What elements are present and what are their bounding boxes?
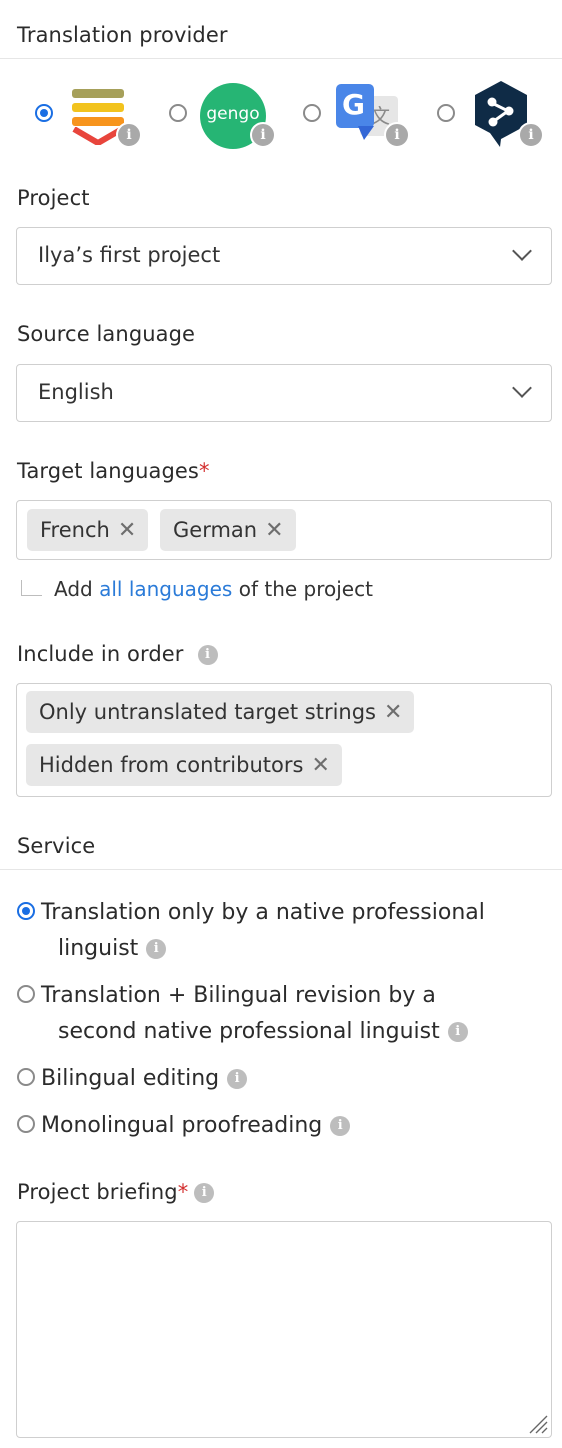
divider: [0, 869, 562, 870]
target-languages-label: Target languages*: [17, 459, 210, 483]
service-radio[interactable]: [17, 1068, 35, 1086]
include-in-order-label: Include in order i: [17, 642, 218, 666]
provider-radio-deepl[interactable]: [437, 104, 455, 122]
project-select-value: Ilya’s first project: [38, 243, 221, 267]
info-icon[interactable]: i: [227, 1069, 248, 1089]
remove-chip-icon[interactable]: ✕: [118, 510, 136, 552]
required-marker: *: [177, 1180, 189, 1204]
provider-section-title: Translation provider: [17, 23, 228, 47]
service-option-bilingual-editing[interactable]: Bilingual editing i: [17, 1061, 248, 1097]
info-icon[interactable]: i: [518, 122, 544, 148]
divider: [0, 58, 562, 59]
chevron-down-icon: [512, 378, 532, 398]
service-option-monolingual-proofreading[interactable]: Monolingual proofreading i: [17, 1108, 351, 1144]
include-option-chip: Hidden from contributors ✕: [26, 744, 342, 786]
provider-radio-gengo[interactable]: [169, 104, 187, 122]
project-briefing-label: Project briefing* i: [17, 1180, 215, 1204]
provider-option-lokalise[interactable]: i: [34, 80, 154, 152]
info-icon[interactable]: i: [146, 939, 167, 959]
project-select[interactable]: Ilya’s first project: [16, 227, 552, 285]
service-section-title: Service: [17, 834, 96, 858]
remove-chip-icon[interactable]: ✕: [311, 745, 329, 787]
required-marker: *: [198, 459, 210, 483]
info-icon[interactable]: i: [447, 1022, 468, 1042]
service-radio[interactable]: [17, 902, 35, 920]
chip-label: Hidden from contributors: [39, 753, 304, 777]
project-briefing-textarea[interactable]: [16, 1221, 552, 1438]
include-in-order-multiselect[interactable]: Only untranslated target strings ✕ Hidden…: [16, 683, 552, 797]
resize-handle-icon[interactable]: [526, 1412, 548, 1434]
remove-chip-icon[interactable]: ✕: [384, 692, 402, 734]
tree-connector: [21, 580, 42, 596]
service-radio[interactable]: [17, 1115, 35, 1133]
provider-radio-lokalise[interactable]: [35, 104, 53, 122]
source-language-label: Source language: [17, 322, 196, 346]
remove-chip-icon[interactable]: ✕: [265, 510, 283, 552]
project-label: Project: [17, 186, 90, 210]
provider-option-gengo[interactable]: gengo i: [168, 80, 288, 152]
info-icon[interactable]: i: [194, 1183, 215, 1203]
info-icon[interactable]: i: [250, 122, 276, 148]
info-icon[interactable]: i: [330, 1116, 351, 1136]
provider-radio-google-translate[interactable]: [303, 104, 321, 122]
chevron-down-icon: [512, 241, 532, 261]
add-all-languages-hint: Add all languages of the project: [54, 577, 373, 601]
all-languages-link[interactable]: all languages: [99, 577, 232, 601]
info-icon[interactable]: i: [197, 645, 218, 665]
service-option-translation-revision[interactable]: Translation + Bilingual revision by a se…: [17, 978, 468, 1050]
include-option-chip: Only untranslated target strings ✕: [26, 691, 415, 734]
target-language-chip: German ✕: [160, 509, 296, 551]
service-radio[interactable]: [17, 985, 35, 1003]
provider-option-google-translate[interactable]: 文 G i: [302, 80, 422, 152]
info-icon[interactable]: i: [384, 122, 410, 148]
source-language-value: English: [38, 380, 114, 404]
chip-label: German: [173, 518, 258, 542]
service-option-translation-only[interactable]: Translation only by a native professiona…: [17, 895, 485, 967]
target-language-chip: French ✕: [27, 509, 149, 552]
provider-option-deepl[interactable]: i: [436, 80, 556, 152]
source-language-select[interactable]: English: [16, 364, 552, 422]
info-icon[interactable]: i: [116, 122, 142, 148]
target-languages-multiselect[interactable]: French ✕ German ✕: [16, 500, 552, 560]
chip-label: French: [40, 518, 110, 542]
chip-label: Only untranslated target strings: [39, 700, 376, 724]
